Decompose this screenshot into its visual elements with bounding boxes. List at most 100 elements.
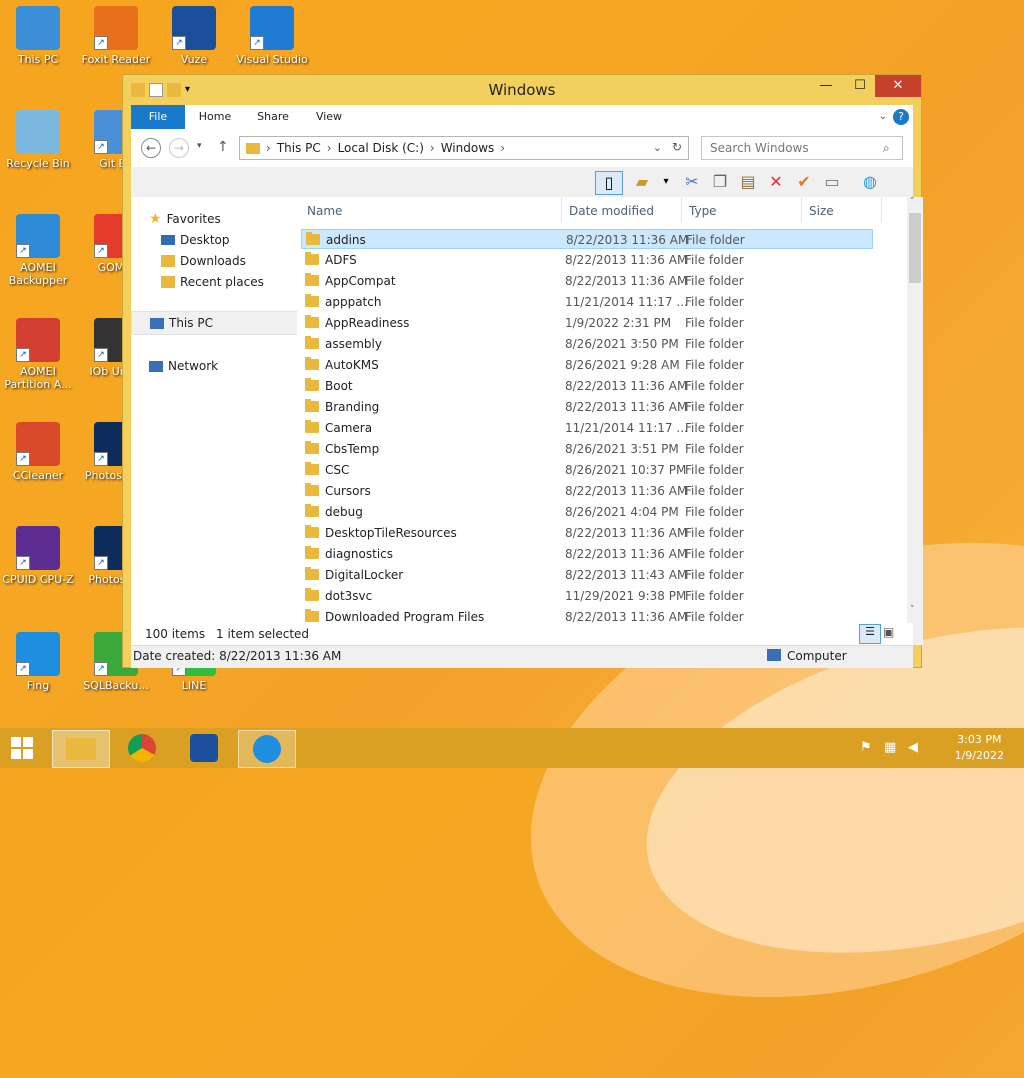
table-row[interactable]: DigitalLocker 8/22/2013 11:43 AM File fold…: [301, 565, 873, 585]
taskbar-fing[interactable]: [238, 730, 296, 768]
tab-home[interactable]: Home: [193, 105, 237, 129]
nav-favorites[interactable]: ★ Favorites: [149, 211, 221, 227]
refresh-icon[interactable]: ↻: [672, 140, 682, 154]
table-row[interactable]: AppCompat 8/22/2013 11:36 AM File folder: [301, 271, 873, 291]
scrollbar-thumb[interactable]: [909, 213, 921, 283]
chrome-icon: [128, 734, 156, 762]
table-row[interactable]: addins 8/22/2013 11:36 AM File folder: [301, 229, 873, 249]
table-row[interactable]: CSC 8/26/2021 10:37 PM File folder: [301, 460, 873, 480]
large-icons-view-icon[interactable]: ▣: [883, 625, 894, 639]
ribbon-tabs: File Home Share View ⌄ ?: [131, 105, 913, 130]
table-row[interactable]: DesktopTileResources 8/22/2013 11:36 AM Fi…: [301, 523, 873, 543]
desktop-icon-item[interactable]: ↗ CCleaner: [0, 422, 76, 482]
table-row[interactable]: assembly 8/26/2021 3:50 PM File folder: [301, 334, 873, 354]
globe-icon[interactable]: ◍: [859, 171, 881, 193]
vertical-scrollbar[interactable]: ˄ ˅: [907, 197, 923, 645]
desktop-icon-label: AOMEI Backupper: [8, 261, 68, 287]
taskbar-chrome[interactable]: [120, 730, 164, 766]
network-tray-icon[interactable]: ▦: [884, 740, 896, 755]
select-folder-icon[interactable]: ▰: [631, 171, 653, 193]
table-row[interactable]: Camera 11/21/2014 11:17 ... File folder: [301, 418, 873, 438]
column-size[interactable]: Size: [809, 204, 834, 218]
volume-icon[interactable]: ◀: [908, 740, 918, 755]
table-row[interactable]: diagnostics 8/22/2013 11:36 AM File folder: [301, 544, 873, 564]
clock[interactable]: 3:03 PM 1/9/2022: [955, 732, 1004, 764]
table-row[interactable]: AppReadiness 1/9/2022 2:31 PM File folder: [301, 313, 873, 333]
network-icon: [149, 360, 163, 372]
breadcrumb-local-disk[interactable]: Local Disk (C:): [338, 141, 424, 155]
file-date: 8/26/2021 3:51 PM: [565, 442, 679, 456]
table-row[interactable]: Cursors 8/22/2013 11:36 AM File folder: [301, 481, 873, 501]
forward-button[interactable]: →: [169, 138, 189, 158]
desktop-icon-item[interactable]: ↗ AOMEI Backupper: [0, 214, 76, 287]
recent-locations-icon[interactable]: ▾: [197, 141, 202, 151]
desktop-icon-label: Vuze: [180, 53, 208, 66]
desktop-icon-item[interactable]: Recycle Bin: [0, 110, 76, 170]
column-date-modified[interactable]: Date modified: [569, 204, 654, 218]
command-toolbar: ▯ ▰ ▾ ✂ ❐ ▤ ✕ ✔ ▭ ◍: [131, 167, 913, 197]
taskbar-vuze[interactable]: [182, 730, 226, 766]
scroll-down-icon[interactable]: ˅: [910, 605, 915, 615]
chevron-down-icon[interactable]: ⌄: [653, 141, 662, 154]
desktop-icon-item[interactable]: ↗ Fing: [0, 632, 76, 692]
table-row[interactable]: AutoKMS 8/26/2021 9:28 AM File folder: [301, 355, 873, 375]
selected-count: 1 item selected: [216, 627, 310, 641]
rename-icon[interactable]: ▭: [821, 171, 843, 193]
file-date: 11/21/2014 11:17 ...: [565, 295, 688, 309]
preview-pane-icon[interactable]: ▯: [595, 171, 623, 195]
back-button[interactable]: ←: [141, 138, 161, 158]
file-type: File folder: [685, 358, 744, 372]
delete-icon[interactable]: ✕: [765, 171, 787, 193]
scroll-up-icon[interactable]: ˄: [910, 197, 915, 207]
taskbar: ⚑ ▦ ◀ 3:03 PM 1/9/2022: [0, 728, 1024, 768]
action-center-icon[interactable]: ⚑: [860, 740, 872, 755]
tab-file[interactable]: File: [131, 105, 185, 129]
chevron-down-icon[interactable]: ▾: [655, 171, 677, 193]
file-type: File folder: [685, 379, 744, 393]
table-row[interactable]: Boot 8/22/2013 11:36 AM File folder: [301, 376, 873, 396]
copy-icon[interactable]: ❐: [709, 171, 731, 193]
up-button[interactable]: ↑: [217, 139, 229, 155]
breadcrumb-windows[interactable]: Windows: [441, 141, 495, 155]
nav-downloads[interactable]: Downloads: [161, 254, 246, 268]
folder-icon: [246, 142, 260, 154]
desktop-icon-item[interactable]: ↗ Visual Studio: [234, 6, 310, 66]
column-name[interactable]: Name: [307, 204, 342, 218]
file-type: File folder: [685, 442, 744, 456]
checkmark-icon[interactable]: ✔: [793, 171, 815, 193]
paste-icon[interactable]: ▤: [737, 171, 759, 193]
column-type[interactable]: Type: [689, 204, 717, 218]
nav-this-pc[interactable]: This PC: [131, 311, 303, 335]
tab-share[interactable]: Share: [251, 105, 295, 129]
table-row[interactable]: debug 8/26/2021 4:04 PM File folder: [301, 502, 873, 522]
cut-icon[interactable]: ✂: [681, 171, 703, 193]
close-button[interactable]: ✕: [875, 75, 921, 97]
table-row[interactable]: Branding 8/22/2013 11:36 AM File folder: [301, 397, 873, 417]
desktop-icon-label: Visual Studio: [236, 53, 308, 66]
desktop-icon-item[interactable]: ↗ AOMEI Partition A...: [0, 318, 76, 391]
breadcrumb-this-pc[interactable]: This PC: [277, 141, 321, 155]
address-bar[interactable]: › This PC › Local Disk (C:) › Windows › …: [239, 136, 689, 160]
desktop-icon-item[interactable]: ↗ Vuze: [156, 6, 232, 66]
ribbon-expand-icon[interactable]: ⌄: [879, 111, 887, 122]
tab-view[interactable]: View: [307, 105, 351, 129]
details-view-icon[interactable]: ☰: [859, 624, 881, 644]
table-row[interactable]: ADFS 8/22/2013 11:36 AM File folder: [301, 250, 873, 270]
desktop-icon-item[interactable]: ↗ Foxit Reader: [78, 6, 154, 66]
desktop-icon-item[interactable]: This PC: [0, 6, 76, 66]
table-row[interactable]: dot3svc 11/29/2021 9:38 PM File folder: [301, 586, 873, 606]
table-row[interactable]: apppatch 11/21/2014 11:17 ... File folder: [301, 292, 873, 312]
taskbar-file-explorer[interactable]: [52, 730, 110, 768]
nav-network[interactable]: Network: [149, 359, 218, 373]
minimize-button[interactable]: —: [809, 75, 843, 97]
nav-network-label: Network: [168, 359, 219, 373]
table-row[interactable]: CbsTemp 8/26/2021 3:51 PM File folder: [301, 439, 873, 459]
help-button[interactable]: ?: [893, 109, 909, 125]
search-input[interactable]: Search Windows: [701, 136, 903, 160]
maximize-button[interactable]: ☐: [843, 75, 877, 97]
title-bar[interactable]: ▾ Windows — ☐ ✕: [123, 75, 921, 105]
start-button[interactable]: [0, 730, 44, 766]
nav-desktop[interactable]: Desktop: [161, 233, 230, 247]
nav-recent-places[interactable]: Recent places: [161, 275, 264, 289]
desktop-icon-item[interactable]: ↗ CPUID CPU-Z: [0, 526, 76, 586]
